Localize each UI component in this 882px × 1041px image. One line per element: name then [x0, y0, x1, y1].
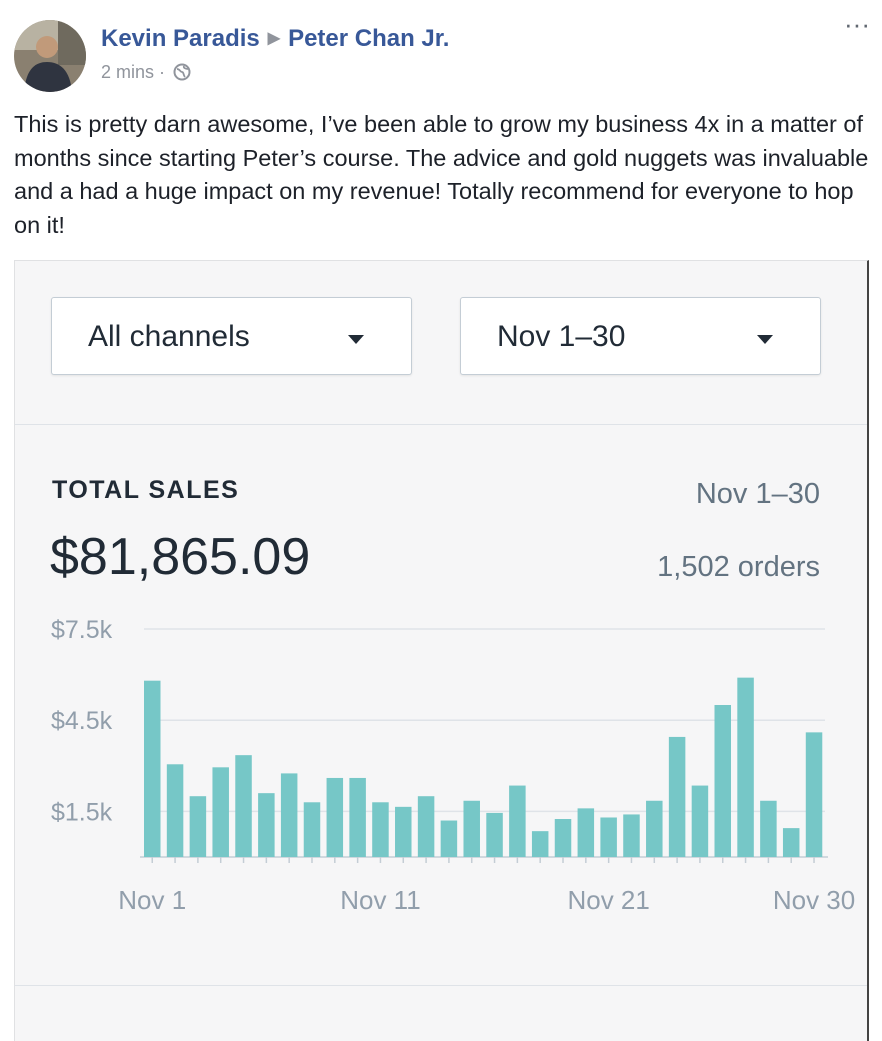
post-header-names: Kevin Paradis ▶ Peter Chan Jr.	[101, 25, 449, 53]
chevron-down-icon	[757, 335, 773, 344]
avatar[interactable]	[14, 20, 86, 92]
channel-select-value: All channels	[88, 320, 250, 353]
date-range-select-value: Nov 1–30	[497, 320, 626, 353]
channel-select[interactable]: All channels	[51, 297, 412, 375]
author-name-link[interactable]: Kevin Paradis	[101, 25, 260, 52]
total-sales-label: TOTAL SALES	[52, 476, 240, 504]
date-range-select[interactable]: Nov 1–30	[460, 297, 821, 375]
total-sales-amount: $81,865.09	[50, 528, 311, 586]
globe-icon[interactable]	[173, 63, 191, 81]
more-options-button[interactable]: ···	[844, 11, 870, 37]
post-text: This is pretty darn awesome, I’ve been a…	[14, 111, 869, 238]
screenshot-card	[14, 260, 869, 1041]
date-range-text: Nov 1–30	[695, 478, 820, 510]
arrow-right-icon: ▶	[267, 30, 281, 47]
chevron-down-icon	[348, 335, 364, 344]
timestamp-link[interactable]: 2 mins	[101, 62, 154, 82]
section-divider	[15, 424, 867, 425]
post-meta: 2 mins ·	[101, 62, 191, 83]
meta-separator: ·	[159, 62, 166, 82]
recipient-name-link[interactable]: Peter Chan Jr.	[288, 25, 449, 52]
orders-count: 1,502 orders	[657, 551, 820, 583]
section-divider-bottom	[15, 985, 867, 986]
avatar-photo	[14, 20, 86, 92]
